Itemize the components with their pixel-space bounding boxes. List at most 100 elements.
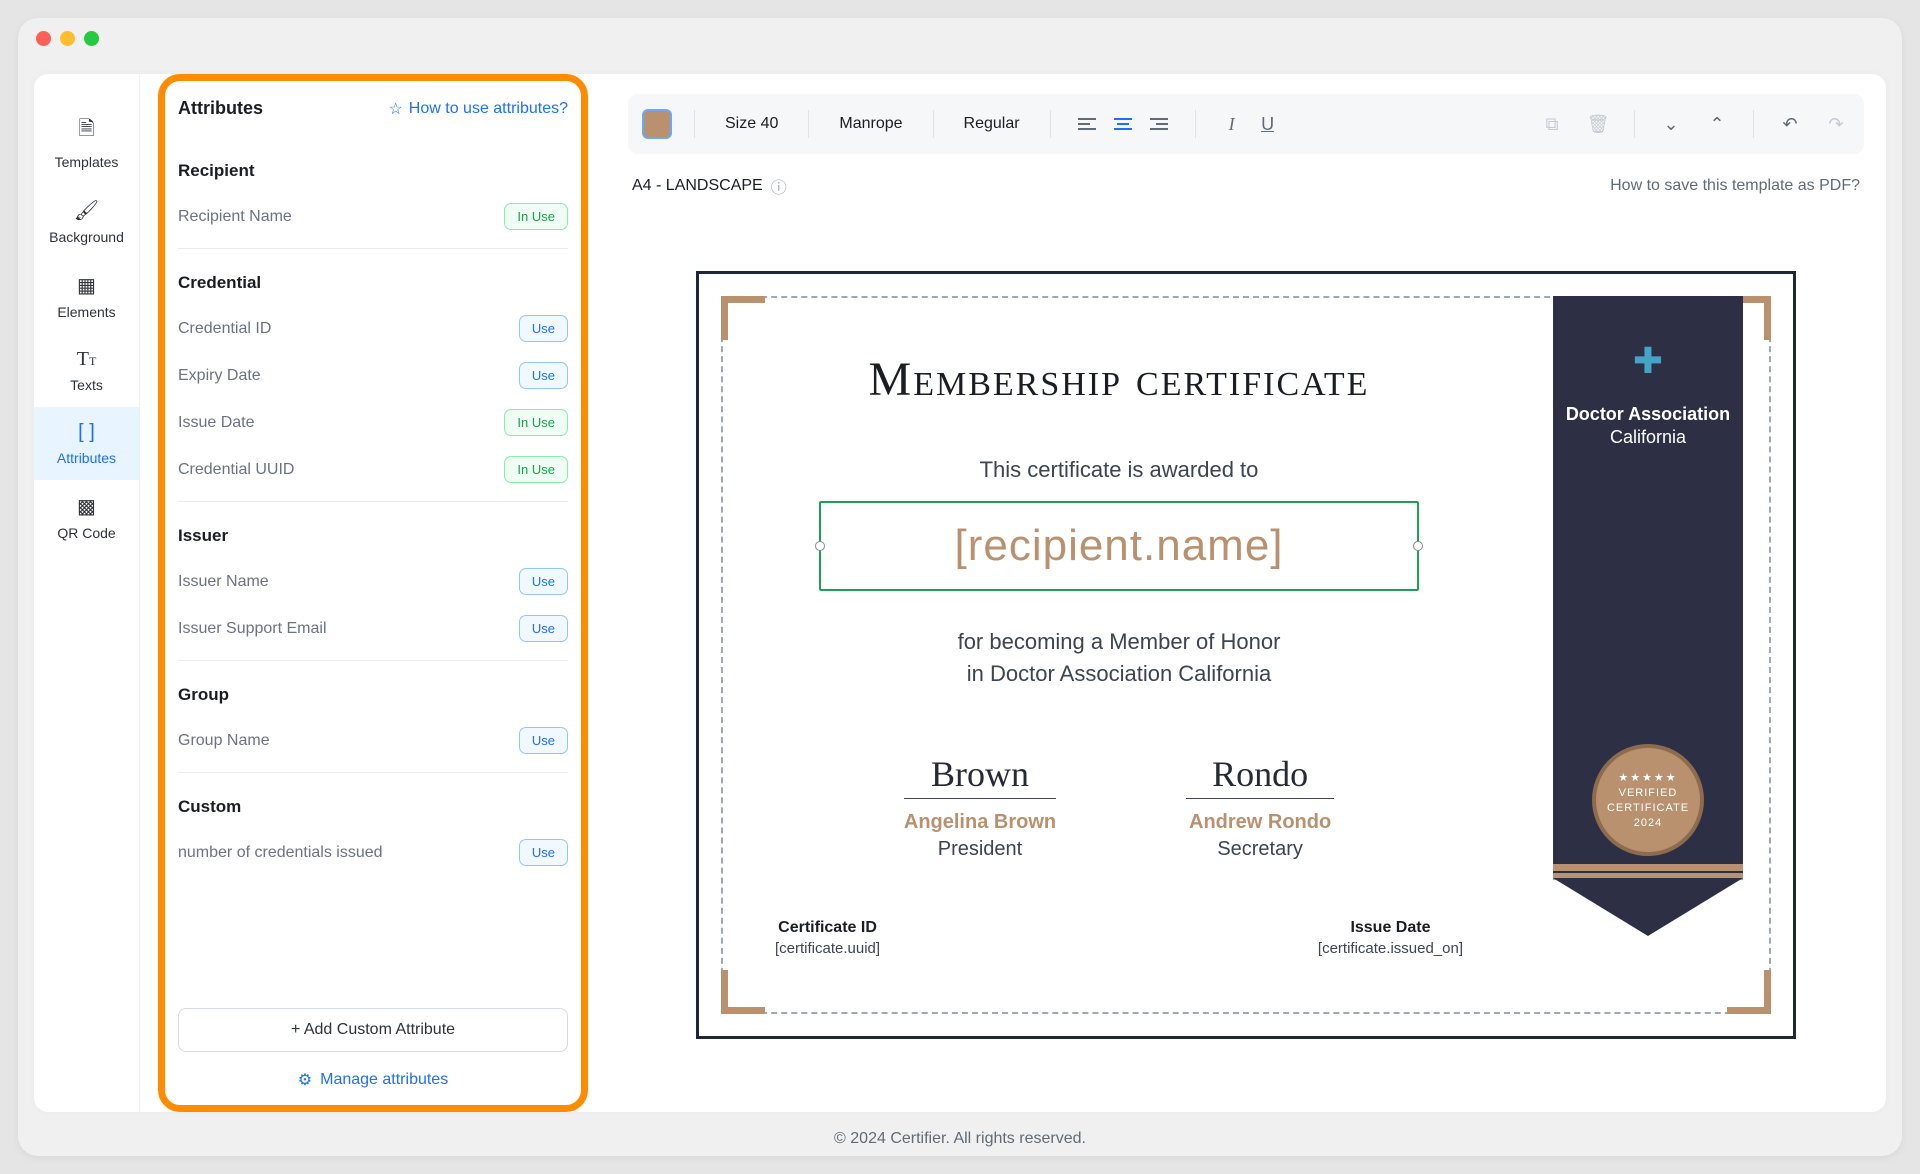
certificate-desc1[interactable]: for becoming a Member of Honor [958,629,1281,655]
underline-icon[interactable]: U [1254,110,1282,138]
align-center-icon[interactable] [1109,110,1137,138]
use-badge[interactable]: Use [519,727,568,754]
star-icon: ☆ [388,99,402,119]
attr-row: number of credentials issued Use [178,829,568,876]
section-custom: Custom number of credentials issued Use [178,779,568,876]
certificate-id[interactable]: Certificate ID [certificate.uuid] [775,919,880,957]
section-credential: Credential Credential ID Use Expiry Date U… [178,255,568,502]
footer-copyright: © 2024 Certifier. All rights reserved. [18,1112,1902,1156]
undo-icon[interactable]: ↶ [1776,110,1804,138]
close-window-icon[interactable] [36,31,51,46]
sidebar-item-label: Texts [70,377,103,393]
save-pdf-help-link[interactable]: How to save this template as PDF? [1610,177,1860,195]
certificate-subtitle[interactable]: This certificate is awarded to [980,457,1259,483]
font-weight-dropdown[interactable]: Regular [956,115,1028,133]
use-badge[interactable]: Use [519,568,568,595]
chevron-up-icon[interactable]: ⌃ [1703,110,1731,138]
attr-name: Expiry Date [178,367,261,385]
signature-1[interactable]: Brown Angelina Brown President [904,753,1056,861]
ribbon-content: ✚ Doctor Association California [1553,296,1743,448]
canvas[interactable]: Membership certificate This certificate … [628,218,1864,1092]
sidebar-item-texts[interactable]: TT Texts [34,334,139,407]
use-badge[interactable]: Use [519,362,568,389]
attr-row: Expiry Date Use [178,352,568,399]
font-family-dropdown[interactable]: Manrope [831,115,910,133]
signature-role: President [904,838,1056,861]
attr-row: Credential UUID In Use [178,446,568,493]
attr-row: Credential ID Use [178,305,568,352]
align-right-icon[interactable] [1145,110,1173,138]
attr-row: Issue DateIn Use [178,399,568,446]
maximize-window-icon[interactable] [84,31,99,46]
attr-name: Credential UUID [178,461,294,479]
toolbar: Size 40 Manrope Regular I U ⧉ 🗑 [628,94,1864,154]
how-to-link[interactable]: ☆ How to use attributes? [388,99,568,119]
use-badge[interactable]: Use [519,839,568,866]
verified-seal: ★★★★★ VERIFIED CERTIFICATE 2024 [1592,744,1704,856]
trash-icon[interactable]: 🗑 [1584,110,1612,138]
attr-name: Recipient Name [178,208,292,226]
minimize-window-icon[interactable] [60,31,75,46]
signature-script: Rondo [1186,753,1334,799]
color-swatch[interactable] [642,109,672,139]
inuse-badge[interactable]: In Use [504,203,568,230]
copy-icon[interactable]: ⧉ [1538,110,1566,138]
attr-row: Issuer Support EmailUse [178,605,568,652]
chevron-down-icon[interactable]: ⌄ [1657,110,1685,138]
sidebar-item-background[interactable]: 🖌 Background [34,184,139,259]
section-recipient: Recipient Recipient Name In Use [178,143,568,249]
certificate-desc2[interactable]: in Doctor Association California [967,661,1271,687]
manage-attributes-link[interactable]: ⚙ Manage attributes [178,1052,568,1096]
sidebar-item-templates[interactable]: 🗎 Templates [34,100,139,184]
sidebar-item-label: Templates [55,154,119,170]
use-badge[interactable]: Use [519,315,568,342]
certificate-title[interactable]: Membership certificate [869,352,1370,407]
ribbon[interactable]: ✚ Doctor Association California ★★★★★ VE… [1553,296,1743,936]
inuse-badge[interactable]: In Use [504,456,568,483]
inuse-badge[interactable]: In Use [504,409,568,436]
attr-row: Issuer NameUse [178,558,568,605]
ribbon-org: Doctor Association [1553,404,1743,425]
resize-handle-left[interactable] [815,541,825,551]
corner-decoration [1727,970,1771,1014]
templates-icon: 🗎 [78,114,94,148]
recipient-name-placeholder[interactable]: [recipient.name] [819,501,1419,591]
certificate-footer: Certificate ID [certificate.uuid] Issue … [745,919,1493,957]
main-area: 🗎 Templates 🖌 Background ▦ Elements TT T… [34,74,1886,1112]
issue-date[interactable]: Issue Date [certificate.issued_on] [1318,919,1463,957]
section-title: Credential [178,273,568,293]
use-badge[interactable]: Use [519,615,568,642]
font-size-dropdown[interactable]: Size 40 [717,115,786,133]
attr-name: number of credentials issued [178,844,383,862]
section-title: Custom [178,797,568,817]
titlebar [18,18,1902,58]
info-icon[interactable]: ⓘ [771,174,787,198]
italic-icon[interactable]: I [1218,110,1246,138]
signatures: Brown Angelina Brown President Rondo And… [904,753,1334,861]
attr-name: Credential ID [178,320,271,338]
sidebar-item-label: Attributes [57,450,116,466]
sidebar-item-elements[interactable]: ▦ Elements [34,259,139,334]
sidebar-item-attributes[interactable]: [ ] Attributes [34,407,139,480]
app-window: 🗎 Templates 🖌 Background ▦ Elements TT T… [18,18,1902,1156]
certificate-body: Membership certificate This certificate … [745,330,1493,1000]
attr-row: Recipient Name In Use [178,193,568,240]
resize-handle-right[interactable] [1413,541,1423,551]
section-title: Group [178,685,568,705]
sidebar-item-label: Elements [57,304,115,320]
attr-row: Group Name Use [178,717,568,764]
signature-2[interactable]: Rondo Andrew Rondo Secretary [1186,753,1334,861]
redo-icon[interactable]: ↷ [1822,110,1850,138]
signature-script: Brown [904,753,1056,799]
sidebar-item-qrcode[interactable]: ▩ QR Code [34,480,139,555]
editor-area: Size 40 Manrope Regular I U ⧉ 🗑 [606,74,1886,1112]
signature-role: Secretary [1186,838,1334,861]
sidebar: 🗎 Templates 🖌 Background ▦ Elements TT T… [34,74,140,1112]
certificate-preview[interactable]: Membership certificate This certificate … [696,271,1796,1039]
texts-icon: TT [77,348,97,371]
subheader: A4 - LANDSCAPE ⓘ How to save this templa… [628,154,1864,218]
signature-name: Angelina Brown [904,811,1056,834]
attr-name: Group Name [178,732,270,750]
add-custom-attribute-button[interactable]: + Add Custom Attribute [178,1008,568,1052]
align-left-icon[interactable] [1073,110,1101,138]
